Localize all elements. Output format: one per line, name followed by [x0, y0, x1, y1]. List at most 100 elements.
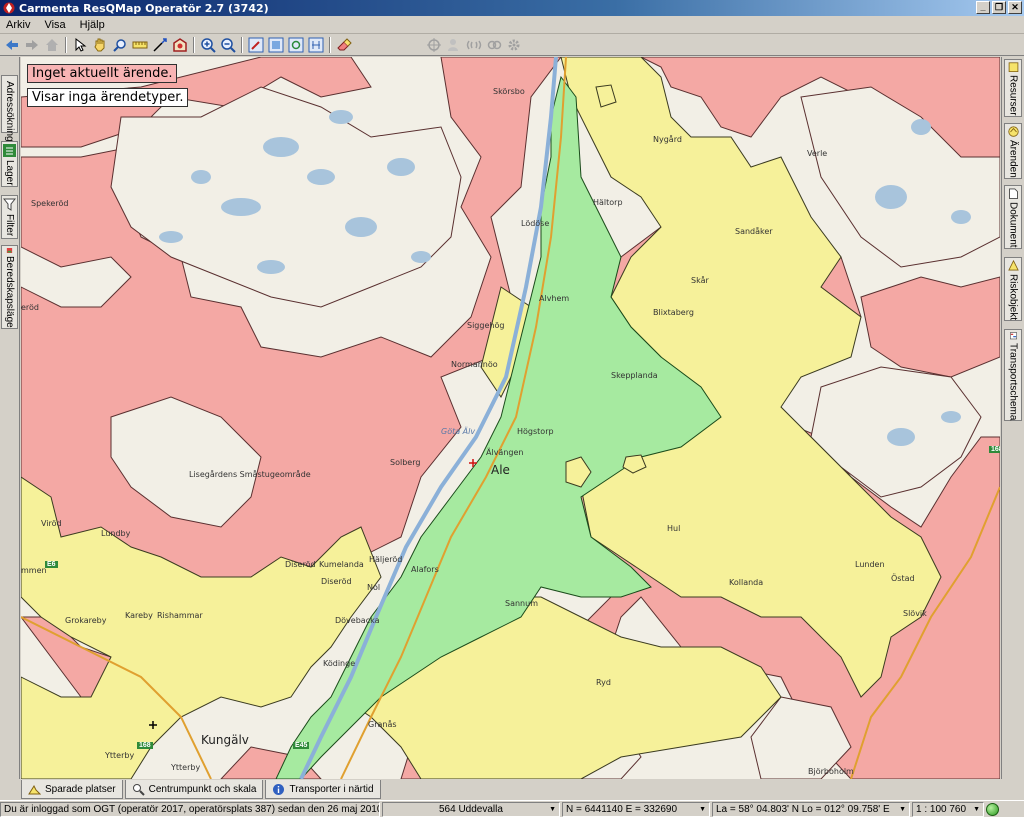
coordinate-button[interactable] [150, 35, 170, 55]
pan-tool-button[interactable] [90, 35, 110, 55]
no-case-types-notice: Visar inga ärendetyper. [27, 88, 189, 107]
place-label: Rishammar [157, 611, 203, 620]
back-button[interactable] [2, 35, 22, 55]
case-icon [173, 37, 187, 52]
tab-beredskapslage[interactable]: Beredskapsläge [1, 245, 18, 329]
forward-button[interactable] [22, 35, 42, 55]
measure-button[interactable] [130, 35, 150, 55]
magnifier-box-icon [113, 38, 126, 52]
draw-button[interactable] [246, 35, 266, 55]
home-icon [46, 38, 58, 51]
app-logo-icon [3, 2, 15, 14]
place-label: Kareby [125, 611, 153, 620]
road-sign-e6: E6 [45, 561, 58, 568]
dropdown-arrow-icon: ▼ [699, 805, 706, 813]
latlon-coordinates[interactable]: La = 58° 04.803' N Lo = 012° 09.758' E ▼ [712, 801, 910, 817]
zoom-out-button[interactable] [218, 35, 238, 55]
place-label: Skörsbo [493, 87, 525, 96]
map-view-2-button[interactable] [286, 35, 306, 55]
tab-dokument[interactable]: Dokument [1004, 185, 1022, 249]
minimize-button[interactable]: _ [976, 1, 990, 14]
radio-button-tool[interactable] [464, 35, 484, 55]
ruler-icon [132, 41, 148, 48]
place-label: Diseröd [321, 577, 352, 586]
link-icon [487, 40, 502, 49]
place-label: Lisegårdens Småstugeområde [189, 470, 311, 479]
place-label: Kumelanda [319, 560, 364, 569]
dropdown-arrow-icon: ▼ [973, 805, 980, 813]
tab-arenden[interactable]: Ärenden [1004, 123, 1022, 179]
close-button[interactable]: ✕ [1008, 1, 1022, 14]
tab-riskobjekt[interactable]: Riskobjekt [1004, 257, 1022, 321]
place-label: Hältorp [593, 198, 623, 207]
place-label-kungalv: Kungälv [201, 733, 249, 747]
arrow-right-icon [26, 39, 38, 50]
link-button[interactable] [484, 35, 504, 55]
place-label: Ködinge [323, 659, 356, 668]
home-button[interactable] [42, 35, 62, 55]
status-bar: Du är inloggad som OGT (operatör 2017, o… [0, 800, 1024, 817]
map-scale[interactable]: 1 : 100 760 ▼ [912, 801, 984, 817]
menu-arkiv[interactable]: Arkiv [6, 19, 30, 31]
place-label: Normannöo [451, 360, 498, 369]
tab-transportschema[interactable]: Transportschema [1004, 329, 1022, 421]
place-label: Viröd [41, 519, 62, 528]
menu-visa[interactable]: Visa [44, 19, 65, 31]
tab-sparade-platser[interactable]: Sparade platser [21, 780, 123, 799]
pointer-icon [75, 37, 87, 52]
place-label: Lödöse [521, 219, 550, 228]
select-tool-button[interactable] [70, 35, 90, 55]
place-label: Kollanda [729, 578, 764, 587]
place-label: Granås [368, 720, 397, 729]
tab-lager[interactable]: Lager [1, 141, 18, 187]
river-label: Göta Älv [441, 427, 476, 436]
place-label: Skepplanda [611, 371, 658, 380]
case-button[interactable] [170, 35, 190, 55]
menu-hjalp[interactable]: Hjälp [80, 19, 105, 31]
tab-resurser[interactable]: Resurser [1004, 59, 1022, 117]
place-label: Sandåker [735, 227, 773, 236]
tab-adressokning[interactable]: Adressökning [1, 75, 18, 142]
eraser-button[interactable] [334, 35, 354, 55]
place-label: Älvängen [486, 448, 524, 457]
place-label: Dövebacka [335, 616, 380, 625]
info-icon [273, 783, 285, 795]
hand-icon [94, 38, 105, 51]
layers-icon [3, 144, 16, 157]
tab-centrumpunkt-och-skala[interactable]: Centrumpunkt och skala [124, 780, 264, 799]
place-label-ale: Ale [491, 463, 510, 477]
place-label: Spekeröd [31, 199, 69, 208]
resources-icon [1008, 62, 1018, 73]
map-view-icon [268, 37, 284, 52]
place-label: Ytterby [171, 763, 201, 772]
place-label: Slövik [903, 609, 927, 618]
map-view-3-button[interactable] [306, 35, 326, 55]
person-search-button[interactable] [444, 35, 464, 55]
map-view-1-button[interactable] [266, 35, 286, 55]
restore-button[interactable]: ❐ [992, 1, 1006, 14]
title-bar: Carmenta ResQMap Operatör 2.7 (3742) _ ❐… [0, 0, 1024, 16]
grid-coordinates[interactable]: N = 6441140 E = 332690 ▼ [562, 801, 710, 817]
saved-places-icon [28, 784, 41, 794]
place-label: Skår [691, 276, 709, 285]
map-canvas[interactable] [21, 57, 1000, 779]
district-select[interactable]: 564 Uddevalla ▼ [382, 801, 560, 817]
place-label: Siggehög [467, 321, 505, 330]
place-label: Diseröd [285, 560, 316, 569]
place-label: eröd [21, 303, 40, 312]
zoom-window-button[interactable] [110, 35, 130, 55]
settings-button[interactable] [504, 35, 524, 55]
place-label: Lundby [101, 529, 131, 538]
map-view[interactable]: Inget aktuellt ärende. Visar inga ärende… [21, 57, 1000, 779]
tab-filter[interactable]: Filter [1, 195, 18, 239]
place-label: Grokareby [65, 616, 107, 625]
target-button[interactable] [424, 35, 444, 55]
dropdown-arrow-icon: ▼ [549, 805, 556, 813]
connection-status-icon [986, 802, 999, 816]
bottom-panel-tabs: Sparade platser Centrumpunkt och skala T… [21, 780, 1000, 800]
gear-icon [508, 39, 520, 50]
zoom-in-button[interactable] [198, 35, 218, 55]
place-label: Blixtaberg [653, 308, 694, 317]
tab-transporter-i-nartid[interactable]: Transporter i närtid [265, 780, 381, 799]
document-icon [1008, 188, 1018, 199]
